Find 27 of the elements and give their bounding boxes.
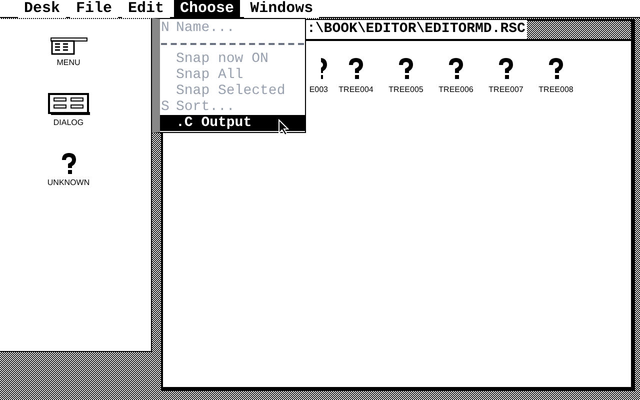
tree-label: TREE004	[338, 85, 374, 94]
question-mark-icon	[321, 58, 328, 80]
window-title: :\BOOK\EDITOR\EDITORMD.RSC	[305, 20, 528, 39]
menu-title[interactable]: File	[70, 0, 118, 18]
dialog-tree-icon	[48, 93, 90, 115]
question-mark-icon	[548, 58, 564, 80]
icon-label: DIALOG	[53, 118, 84, 127]
shortcut-key: N	[160, 20, 176, 36]
shortcut-key: S	[160, 99, 176, 115]
menu-tree-icon	[50, 37, 88, 55]
tree-label: TREE007	[488, 85, 524, 94]
tree-label: TREE008	[538, 85, 574, 94]
question-mark-icon	[448, 58, 464, 80]
question-mark-icon	[60, 153, 76, 175]
menu-title[interactable]: Edit	[122, 0, 170, 18]
icon-label: UNKNOWN	[47, 178, 90, 187]
tree-label: TREE005	[388, 85, 424, 94]
menu-title[interactable]: Windows	[244, 0, 320, 18]
tree-label: TREE006	[438, 85, 474, 94]
menu-title[interactable]: Choose	[174, 0, 240, 18]
menu-item[interactable]: .C Output	[160, 115, 305, 131]
tree-label: E003	[309, 85, 328, 94]
menu-title[interactable]: Desk	[18, 0, 66, 18]
question-mark-icon	[498, 58, 514, 80]
question-mark-icon	[398, 58, 414, 80]
icon-label: MENU	[56, 58, 80, 67]
question-mark-icon	[348, 58, 364, 80]
